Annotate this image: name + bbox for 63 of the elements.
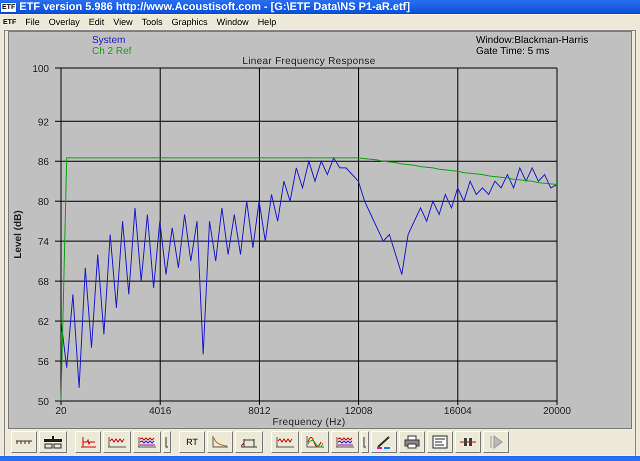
sine-icon	[305, 435, 325, 449]
info-text: Window:Blackman-Harris	[476, 35, 588, 46]
dropdown-icon	[165, 435, 169, 449]
y-tick-label: 74	[38, 237, 49, 248]
toolbar-button[interactable]	[133, 431, 161, 453]
toolbar-button[interactable]	[103, 431, 131, 453]
x-axis-label: Frequency (Hz)	[272, 417, 346, 428]
toolbar-button[interactable]	[399, 431, 425, 453]
window-title: ETF version 5.986 http://www.Acoustisoft.com - [G:\ETF Data\NS P1-aR.etf]	[19, 1, 410, 13]
toolbar-button[interactable]	[361, 431, 369, 453]
toolbar-button[interactable]	[371, 431, 397, 453]
toolbar-button[interactable]	[455, 431, 481, 453]
toolbar-button[interactable]	[235, 431, 263, 453]
toolbar-button[interactable]	[331, 431, 359, 453]
menu-item[interactable]: Window	[216, 17, 249, 27]
marker-icon	[459, 435, 477, 449]
y-tick-label: 100	[32, 64, 49, 75]
y-tick-label: 62	[38, 317, 49, 328]
menu-item[interactable]: File	[25, 17, 40, 27]
pen-icon	[375, 435, 393, 449]
x-tick-label: 16004	[444, 406, 472, 417]
properties-icon	[432, 435, 448, 449]
sliders-icon	[43, 435, 63, 449]
menu-item[interactable]: View	[113, 17, 133, 27]
play-icon	[489, 435, 503, 449]
y-tick-label: 80	[38, 197, 49, 208]
menu-item[interactable]: Overlay	[48, 17, 80, 27]
dropdown-icon	[363, 435, 367, 449]
info-text: Gate Time: 5 ms	[476, 46, 550, 57]
toolbar-button[interactable]	[271, 431, 299, 453]
menu-item[interactable]: Edit	[88, 17, 104, 27]
x-tick-label: 8012	[248, 406, 271, 417]
decay-icon	[211, 435, 229, 449]
impulse-icon	[79, 435, 97, 449]
toolbar-button[interactable]	[207, 431, 233, 453]
x-tick-label: 12008	[344, 406, 372, 417]
rt-button[interactable]: RT	[179, 431, 205, 453]
x-tick-label: 4016	[149, 406, 172, 417]
legend-label: System	[92, 35, 126, 46]
menu-item[interactable]: Tools	[142, 17, 163, 27]
chart-title: Linear Frequency Response	[242, 56, 376, 67]
menu-item[interactable]: Help	[258, 17, 276, 27]
toolbar-button[interactable]	[301, 431, 329, 453]
toolbar-button[interactable]	[163, 431, 171, 453]
toolbar-button[interactable]	[39, 431, 67, 453]
toolbar-button[interactable]	[427, 431, 453, 453]
baseline-icon	[15, 440, 33, 444]
y-tick-label: 86	[38, 157, 49, 168]
y-tick-label: 56	[38, 357, 49, 368]
y-axis-label: Level (dB)	[13, 210, 24, 259]
x-tick-label: 20	[55, 406, 67, 417]
y-tick-label: 50	[38, 397, 49, 408]
legend-label: Ch 2 Ref	[92, 46, 132, 57]
y-tick-label: 68	[38, 277, 49, 288]
x-tick-label: 20000	[543, 406, 571, 417]
wave-icon	[107, 435, 127, 449]
y-tick-label: 92	[38, 117, 49, 128]
toolbar-button[interactable]	[11, 431, 37, 453]
printer-icon	[403, 435, 421, 449]
multi-wave-icon	[137, 435, 157, 449]
menu-item[interactable]: Graphics	[172, 17, 208, 27]
wave-icon	[275, 435, 295, 449]
multi-wave-icon	[335, 435, 355, 449]
